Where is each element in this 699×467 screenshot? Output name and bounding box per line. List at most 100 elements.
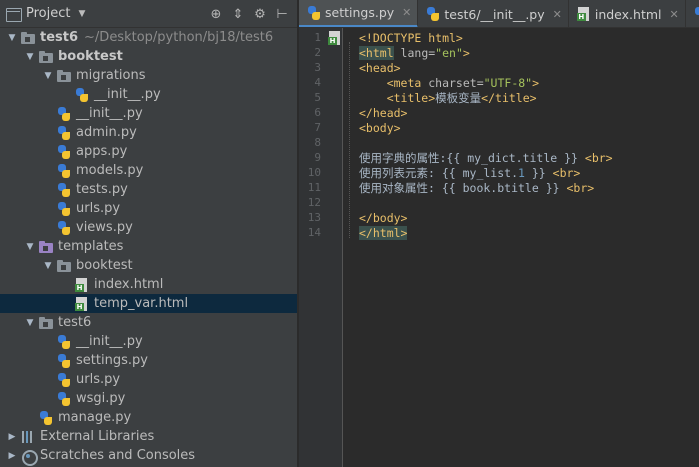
tree-item[interactable]: ▼ test6 ~/Desktop/python/bj18/test6 bbox=[0, 28, 297, 47]
templates-folder-icon bbox=[39, 240, 53, 254]
tree-item[interactable]: ▼ templates bbox=[0, 237, 297, 256]
code-token: </body> bbox=[359, 211, 408, 225]
tree-item[interactable]: views.py bbox=[0, 218, 297, 237]
code-token: </head> bbox=[359, 106, 408, 120]
tree-item[interactable]: ▶ External Libraries bbox=[0, 427, 297, 446]
code-line: <title>模板变量</title> bbox=[359, 91, 537, 106]
chevron-right-icon[interactable]: ▶ bbox=[6, 451, 18, 461]
chevron-right-icon[interactable]: ▶ bbox=[6, 432, 18, 442]
code-token: <br> bbox=[552, 166, 581, 180]
code-token: > bbox=[532, 76, 540, 90]
tree-item-label: booktest bbox=[58, 49, 123, 64]
tree-item-label: urls.py bbox=[76, 201, 121, 216]
python-file-icon bbox=[426, 7, 440, 21]
close-icon[interactable]: ✕ bbox=[670, 8, 679, 21]
code-line: <head> bbox=[359, 61, 401, 76]
tree-item[interactable]: urls.py bbox=[0, 199, 297, 218]
tab-label: settings.py bbox=[325, 5, 395, 20]
code-area[interactable]: <!DOCTYPE html> <html lang="en"> <head> <m… bbox=[345, 28, 699, 467]
python-file-icon bbox=[57, 125, 71, 140]
tree-item-label: Scratches and Consoles bbox=[40, 448, 196, 463]
editor-tab[interactable]: test6/__init__.py ✕ bbox=[418, 0, 569, 27]
line-number-gutter: 1234567891011121314 bbox=[299, 28, 343, 467]
tree-item[interactable]: apps.py bbox=[0, 142, 297, 161]
line-number: 2 bbox=[314, 46, 321, 59]
code-token: 使用对象属性: {{ book.btitle }} bbox=[359, 181, 567, 195]
html-file-icon bbox=[576, 7, 591, 21]
line-number: 10 bbox=[307, 166, 321, 179]
tree-item[interactable]: ▼ booktest bbox=[0, 256, 297, 275]
chevron-down-icon[interactable]: ▼ bbox=[78, 9, 85, 19]
chevron-down-icon[interactable]: ▼ bbox=[24, 242, 36, 252]
tree-item[interactable]: wsgi.py bbox=[0, 389, 297, 408]
tree-item[interactable]: admin.py bbox=[0, 123, 297, 142]
tree-item[interactable]: settings.py bbox=[0, 351, 297, 370]
tree-item[interactable]: ▼ booktest bbox=[0, 47, 297, 66]
python-file-icon bbox=[39, 410, 53, 425]
chevron-down-icon[interactable]: ▼ bbox=[42, 261, 54, 271]
code-token: "UTF-8" bbox=[483, 76, 533, 90]
tree-item-label: admin.py bbox=[76, 125, 137, 140]
code-line: 使用对象属性: {{ book.btitle }} <br> bbox=[359, 181, 594, 196]
project-title[interactable]: Project bbox=[26, 6, 70, 21]
collapse-all-icon[interactable]: ⇕ bbox=[227, 5, 249, 23]
project-icon bbox=[6, 7, 22, 22]
code-token: 使用字典的属性:{{ my_dict.title }} bbox=[359, 151, 585, 165]
editor-tab[interactable]: index.html ✕ bbox=[569, 0, 686, 27]
hide-icon[interactable]: ⊢ bbox=[271, 5, 293, 23]
tree-item[interactable]: __init__.py bbox=[0, 104, 297, 123]
code-token: <head> bbox=[359, 61, 401, 75]
editor-tab[interactable]: settings.py ✕ bbox=[299, 0, 419, 27]
tree-item[interactable]: manage.py bbox=[0, 408, 297, 427]
editor-tab[interactable]: views bbox=[686, 0, 699, 27]
line-number: 11 bbox=[307, 181, 321, 194]
tree-item[interactable]: __init__.py bbox=[0, 85, 297, 104]
code-line: </head> bbox=[359, 106, 407, 121]
tree-item-label: __init__.py bbox=[76, 334, 143, 349]
tree-item[interactable]: ▶ Scratches and Consoles bbox=[0, 446, 297, 466]
tree-item[interactable]: models.py bbox=[0, 161, 297, 180]
tree-item[interactable]: tests.py bbox=[0, 180, 297, 199]
tree-item-label: tests.py bbox=[76, 182, 128, 197]
code-token: <body> bbox=[359, 121, 401, 135]
python-file-icon bbox=[57, 182, 71, 197]
line-number: 1 bbox=[314, 31, 321, 44]
folder-icon bbox=[39, 316, 53, 330]
tree-item-label: settings.py bbox=[76, 353, 148, 368]
project-panel: Project ▼ ⊕ ⇕ ⚙ ⊢ ▼ test6 ~/Desktop/python… bbox=[0, 0, 298, 467]
tree-item-label: __init__.py bbox=[94, 87, 161, 102]
tree-item[interactable]: temp_var.html bbox=[0, 294, 297, 313]
gear-icon[interactable]: ⚙ bbox=[249, 5, 271, 23]
code-line: </html> bbox=[359, 226, 408, 241]
tree-item[interactable]: urls.py bbox=[0, 370, 297, 389]
tree-item[interactable]: index.html bbox=[0, 275, 297, 294]
code-token: charset= bbox=[421, 76, 484, 90]
python-file-icon bbox=[75, 87, 89, 102]
project-toolbar: ⊕ ⇕ ⚙ ⊢ bbox=[205, 5, 293, 23]
scratches-icon bbox=[21, 449, 38, 466]
python-file-icon bbox=[57, 163, 71, 178]
tree-item-label: test6 bbox=[40, 30, 79, 45]
tree-item[interactable]: ▼ test6 bbox=[0, 313, 297, 332]
editor: settings.py✕test6/__init__.py✕index.html… bbox=[299, 0, 699, 467]
chevron-down-icon[interactable]: ▼ bbox=[24, 318, 36, 328]
chevron-down-icon[interactable]: ▼ bbox=[42, 71, 54, 81]
locate-icon[interactable]: ⊕ bbox=[205, 5, 227, 23]
close-icon[interactable]: ✕ bbox=[553, 8, 562, 21]
chevron-down-icon[interactable]: ▼ bbox=[6, 33, 18, 43]
tree-item[interactable]: ▼ migrations bbox=[0, 66, 297, 85]
html-file-icon bbox=[75, 296, 89, 311]
code-token: <html bbox=[359, 46, 394, 60]
tree-item-label: External Libraries bbox=[40, 429, 155, 444]
chevron-down-icon[interactable]: ▼ bbox=[24, 52, 36, 62]
close-icon[interactable]: ✕ bbox=[402, 6, 411, 19]
tree-item[interactable]: __init__.py bbox=[0, 332, 297, 351]
tree-item-label: manage.py bbox=[58, 410, 132, 425]
python-file-icon bbox=[307, 5, 321, 20]
tree-item-label: test6 bbox=[58, 315, 92, 330]
folder-icon bbox=[21, 31, 35, 45]
project-panel-header[interactable]: Project ▼ ⊕ ⇕ ⚙ ⊢ bbox=[0, 0, 297, 28]
tree-item-path: ~/Desktop/python/bj18/test6 bbox=[84, 30, 274, 45]
python-file-icon bbox=[57, 106, 71, 121]
tree-item-label: apps.py bbox=[76, 144, 128, 159]
